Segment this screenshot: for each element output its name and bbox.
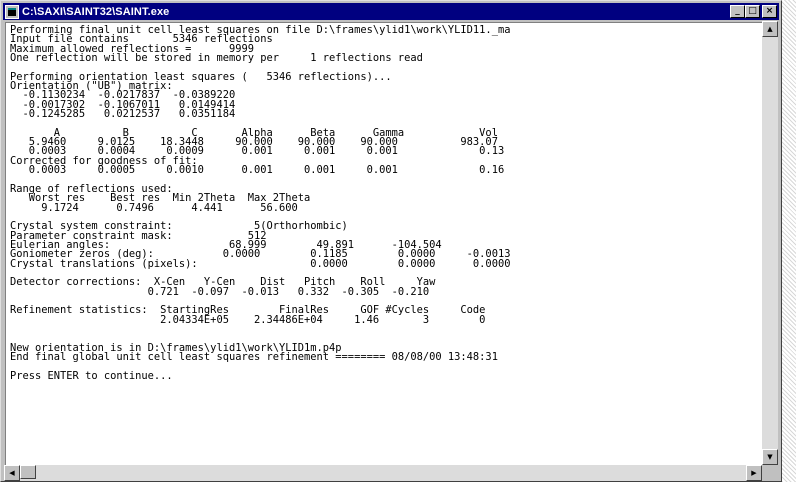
title-bar[interactable]: C:\SAXI\SAINT32\SAINT.exe _ □ × [3, 3, 779, 20]
maximize-button[interactable]: □ [745, 5, 760, 18]
console-app-icon[interactable] [5, 4, 19, 19]
window-title: C:\SAXI\SAINT32\SAINT.exe [22, 5, 170, 18]
scroll-up-button[interactable]: ▲ [762, 21, 778, 37]
horizontal-scroll-thumb[interactable] [20, 465, 36, 479]
scroll-right-button[interactable]: ▶ [746, 465, 762, 481]
console-window: C:\SAXI\SAINT32\SAINT.exe _ □ × Performi… [0, 0, 782, 482]
minimize-button[interactable]: _ [730, 5, 745, 18]
horizontal-scrollbar[interactable]: ◀ ▶ [4, 465, 762, 481]
console-output[interactable]: Performing final unit cell least squares… [5, 22, 763, 466]
scroll-down-button[interactable]: ▼ [762, 449, 778, 465]
scroll-left-button[interactable]: ◀ [4, 465, 20, 481]
desktop-background [782, 0, 796, 482]
vertical-scrollbar[interactable]: ▲ ▼ [762, 21, 778, 465]
close-button[interactable]: × [762, 5, 777, 18]
scrollbar-corner [762, 465, 778, 481]
console-text: Performing final unit cell least squares… [10, 24, 511, 382]
title-buttons: _ □ × [730, 5, 777, 18]
